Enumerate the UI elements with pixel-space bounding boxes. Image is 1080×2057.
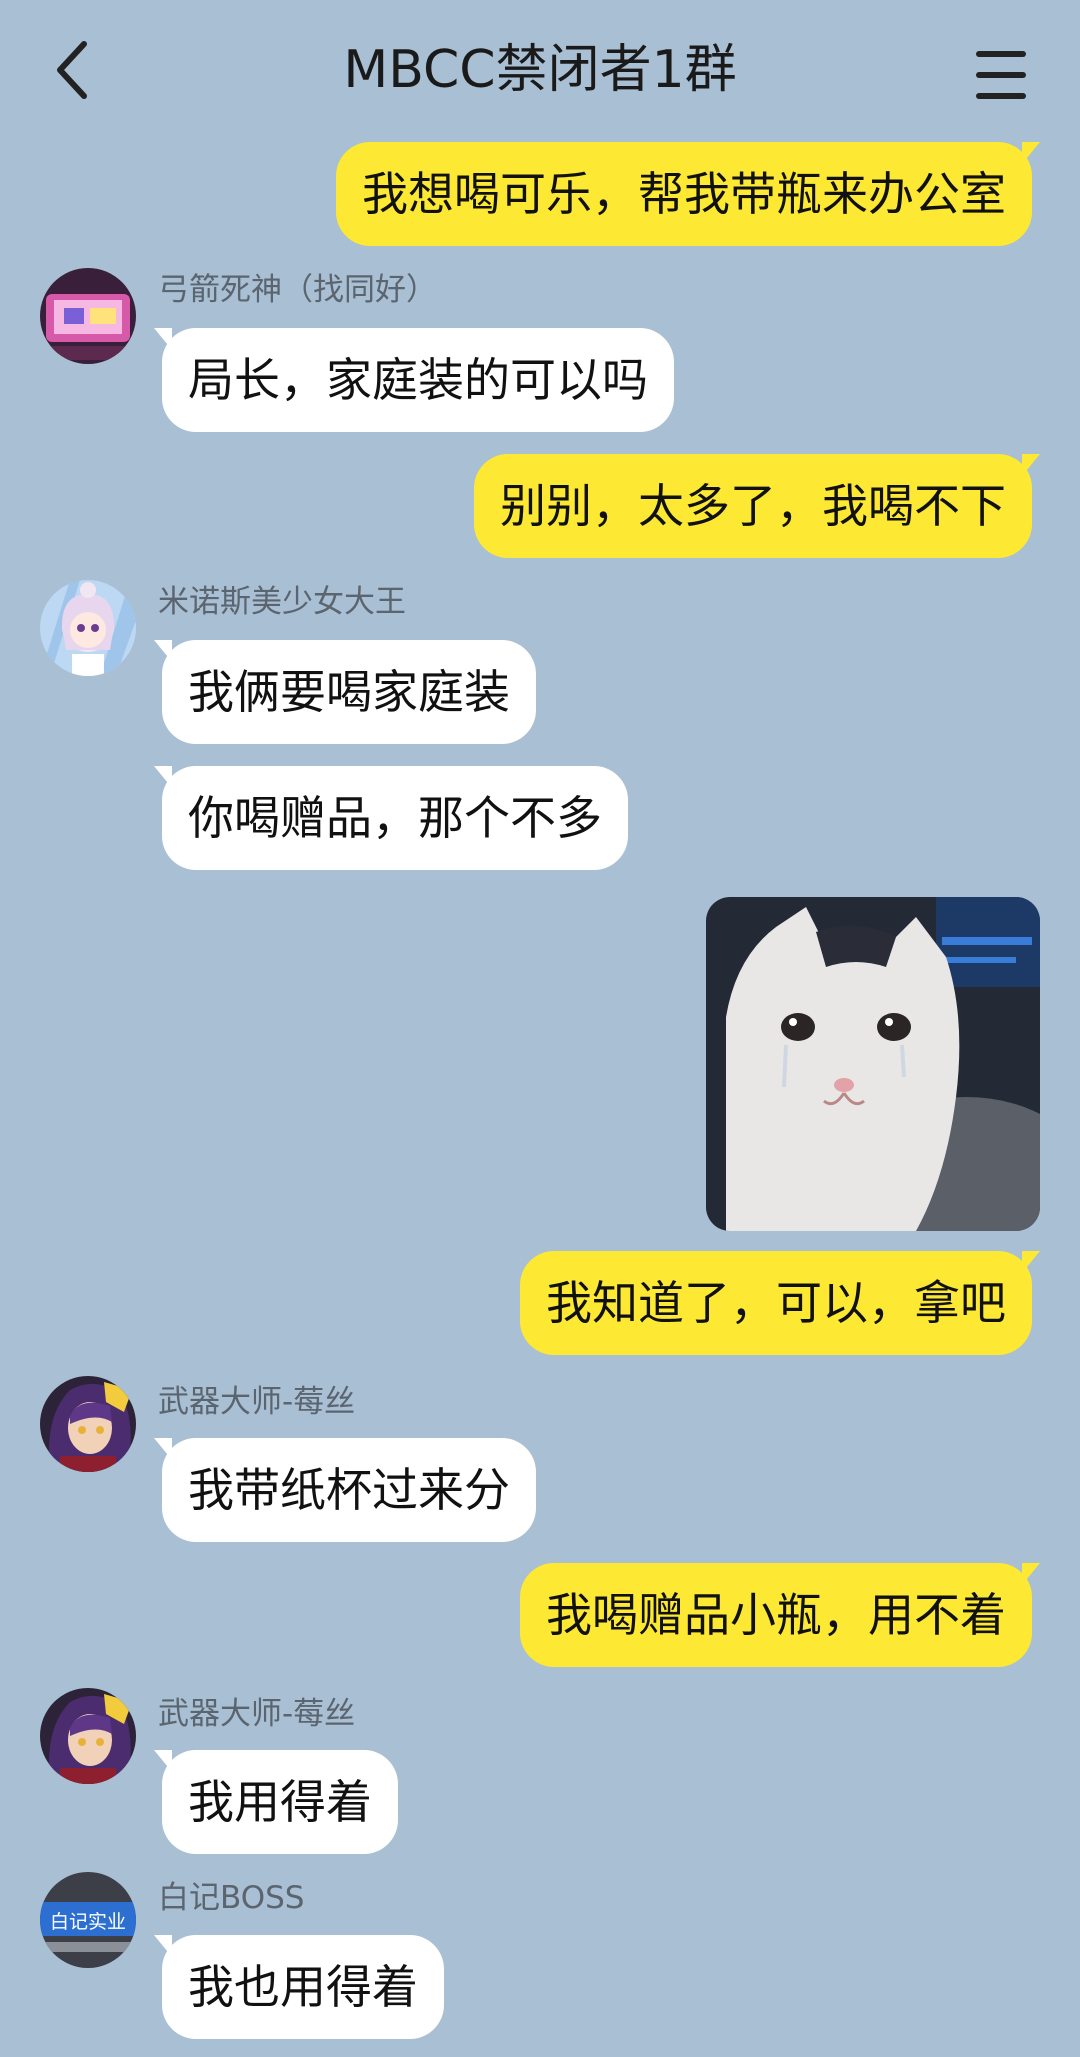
avatar[interactable] [40,1688,136,1784]
avatar[interactable] [40,268,136,364]
sender-name: 武器大师-莓丝 [158,1384,356,1420]
outgoing-message-bubble[interactable]: 别别，太多了，我喝不下 [474,454,1040,558]
purple-hair-character-avatar-image [40,1688,136,1784]
outgoing-message-bubble[interactable]: 我知道了，可以，拿吧 [520,1251,1040,1355]
anime-girl-avatar-image [40,580,136,676]
hamburger-menu-icon [976,51,1026,99]
sender-name: 弓箭死神（找同好） [158,272,437,308]
menu-button[interactable] [960,40,1040,110]
sender-name: 武器大师-莓丝 [158,1696,356,1732]
company-sign-avatar-image: 白记实业 [40,1872,136,1968]
incoming-message-bubble[interactable]: 你喝赠品，那个不多 [154,766,628,870]
outgoing-message-bubble[interactable]: 我想喝可乐，帮我带瓶来办公室 [336,142,1040,246]
avatar[interactable] [40,1376,136,1472]
avatar[interactable] [40,580,136,676]
sender-name: 米诺斯美少女大王 [158,584,406,620]
crying-cat-image [706,897,1040,1231]
chat-header: MBCC禁闭者1群 [0,0,1080,140]
outgoing-message-bubble[interactable]: 我喝赠品小瓶，用不着 [520,1563,1040,1667]
incoming-message-bubble[interactable]: 局长，家庭装的可以吗 [154,328,674,432]
avatar-sign-text: 白记实业 [50,1911,126,1933]
incoming-message-bubble[interactable]: 我俩要喝家庭装 [154,640,536,744]
back-button[interactable] [40,30,110,110]
chevron-left-icon [57,41,87,99]
incoming-message-bubble[interactable]: 我用得着 [154,1750,398,1854]
incoming-message-bubble[interactable]: 我带纸杯过来分 [154,1438,536,1542]
game-screen-avatar-image [40,268,136,364]
avatar[interactable]: 白记实业 [40,1872,136,1968]
chat-title: MBCC禁闭者1群 [343,40,737,100]
purple-hair-character-avatar-image [40,1376,136,1472]
incoming-message-bubble[interactable]: 我也用得着 [154,1935,444,2039]
crying-cat-sticker[interactable] [706,897,1040,1231]
sender-name: 白记BOSS [158,1880,305,1916]
